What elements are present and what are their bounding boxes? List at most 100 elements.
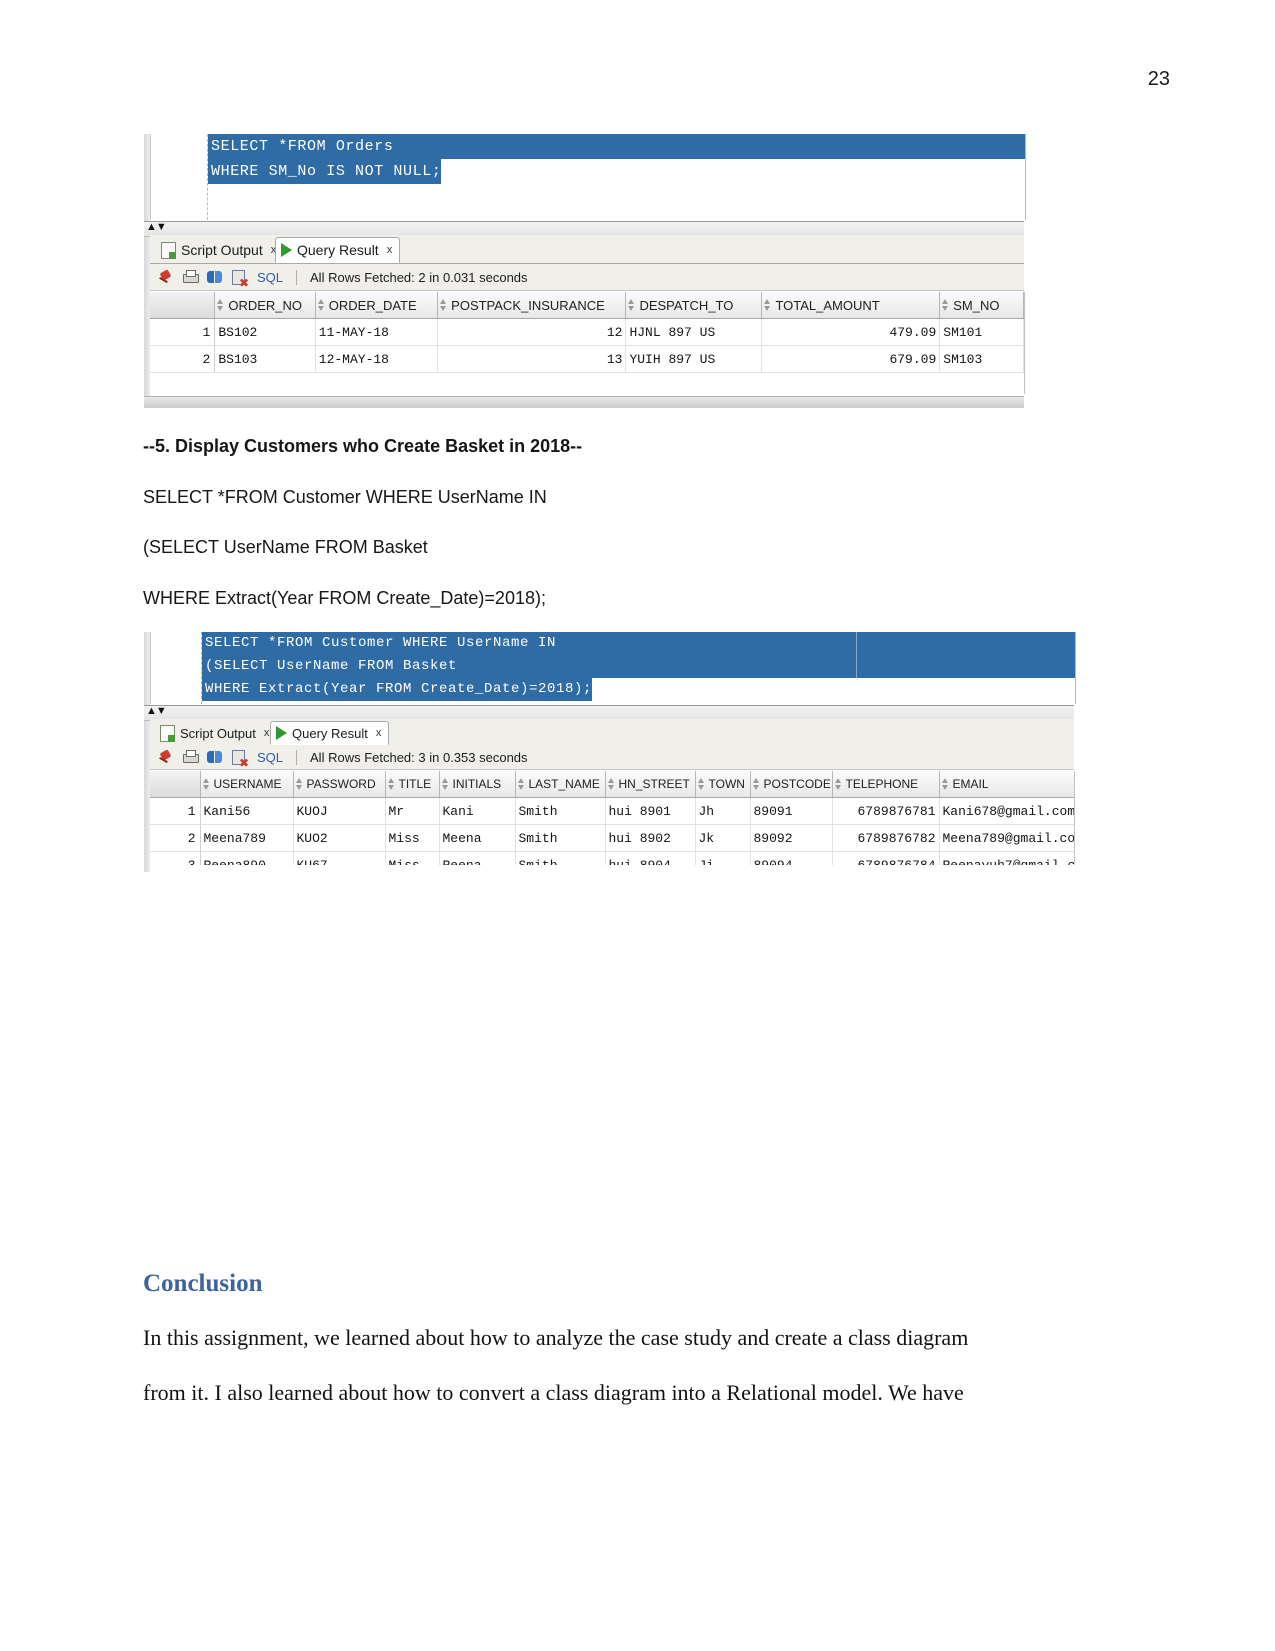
sort-glyph-icon[interactable]: [627, 298, 636, 312]
screenshot1-row-1-sm-no[interactable]: SM101: [939, 318, 1024, 346]
sort-glyph-icon[interactable]: [697, 777, 706, 791]
screenshot2-row-3-telephone[interactable]: 6789876784: [832, 851, 940, 865]
screenshot2-row-2-postcode[interactable]: 89092: [750, 824, 833, 852]
screenshot2-tab-query-result[interactable]: Query Result x: [270, 721, 390, 745]
sort-glyph-icon[interactable]: [317, 298, 326, 312]
screenshot2-col-town[interactable]: TOWN: [695, 771, 751, 798]
sort-glyph-icon[interactable]: [439, 298, 448, 312]
screenshot2-col-hn-street[interactable]: HN_STREET: [605, 771, 696, 798]
screenshot2-row-2-password[interactable]: KUO2: [293, 824, 386, 852]
table-row[interactable]: 3 Reena890 KU67 Miss Reena Smith hui 890…: [150, 851, 1074, 865]
screenshot1-tab-script-output[interactable]: Script Output x: [156, 237, 283, 263]
table-row[interactable]: 1 Kani56 KUOJ Mr Kani Smith hui 8901 Jh …: [150, 797, 1074, 825]
screenshot1-row-1-despatch-to[interactable]: HJNL 897 US: [625, 318, 763, 346]
print-icon[interactable]: [182, 270, 199, 284]
screenshot1-code-row-1[interactable]: SELECT *FROM Orders: [208, 134, 1025, 159]
screenshot2-row-1-town[interactable]: Jh: [695, 797, 751, 825]
sort-glyph-icon[interactable]: [941, 298, 950, 312]
screenshot1-row-2-total-amount[interactable]: 679.09: [761, 345, 941, 373]
screenshot2-row-1-title[interactable]: Mr: [385, 797, 440, 825]
screenshot2-col-initials[interactable]: INITIALS: [439, 771, 516, 798]
screenshot2-row-3-last-name[interactable]: Smith: [515, 851, 606, 865]
screenshot1-row-1-postpack-insurance[interactable]: 12: [437, 318, 627, 346]
screenshot2-row-2-town[interactable]: Jk: [695, 824, 751, 852]
screenshot2-tab-close-query-result[interactable]: x: [376, 727, 382, 739]
screenshot1-col-sm-no[interactable]: SM_NO: [939, 292, 1024, 319]
screenshot1-row-2-postpack-insurance[interactable]: 13: [437, 345, 627, 373]
screenshot2-row-1-initials[interactable]: Kani: [439, 797, 516, 825]
screenshot1-col-postpack-insurance[interactable]: POSTPACK_INSURANCE: [437, 292, 627, 319]
table-row[interactable]: 1 BS102 11-MAY-18 12 HJNL 897 US 479.09 …: [150, 318, 1024, 346]
print-icon[interactable]: [182, 750, 199, 764]
screenshot1-row-2-sm-no[interactable]: SM103: [939, 345, 1024, 373]
clear-grid-icon[interactable]: [232, 749, 249, 769]
table-row[interactable]: 2 BS103 12-MAY-18 13 YUIH 897 US 679.09 …: [150, 345, 1024, 373]
screenshot2-sql-label[interactable]: SQL: [257, 750, 283, 765]
screenshot1-row-1-order-date[interactable]: 11-MAY-18: [315, 318, 439, 346]
screenshot2-row-2-email[interactable]: Meena789@gmail.com: [939, 824, 1074, 852]
screenshot2-col-last-name[interactable]: LAST_NAME: [515, 771, 606, 798]
screenshot2-row-3-title[interactable]: Miss: [385, 851, 440, 865]
screenshot2-row-2-hn-street[interactable]: hui 8902: [605, 824, 696, 852]
splitter-arrows-icon[interactable]: ▲▼: [146, 705, 167, 718]
screenshot1-row-2-despatch-to[interactable]: YUIH 897 US: [625, 345, 763, 373]
pin-icon[interactable]: [158, 750, 173, 765]
sort-glyph-icon[interactable]: [387, 777, 396, 791]
screenshot1-sql-editor[interactable]: SELECT *FROM Orders WHERE SM_No IS NOT N…: [150, 134, 1026, 220]
sort-glyph-icon[interactable]: [607, 777, 616, 791]
screenshot2-sql-editor[interactable]: SELECT *FROM Customer WHERE UserName IN …: [150, 632, 1076, 704]
screenshot2-tab-close-script-output[interactable]: x: [264, 727, 270, 739]
refresh-icon[interactable]: [207, 270, 223, 285]
screenshot2-row-3-password[interactable]: KU67: [293, 851, 386, 865]
sort-glyph-icon[interactable]: [202, 777, 211, 791]
screenshot2-tab-script-output[interactable]: Script Output x: [155, 721, 276, 745]
sort-glyph-icon[interactable]: [216, 298, 225, 312]
screenshot2-row-2-telephone[interactable]: 6789876782: [832, 824, 940, 852]
screenshot1-code-row-2[interactable]: WHERE SM_No IS NOT NULL;: [208, 159, 1025, 184]
screenshot1-code-row-blank[interactable]: [208, 184, 1025, 209]
screenshot2-row-2-username[interactable]: Meena789: [200, 824, 294, 852]
screenshot2-code-row-3[interactable]: WHERE Extract(Year FROM Create_Date)=201…: [202, 678, 1075, 701]
screenshot2-row-3-username[interactable]: Reena890: [200, 851, 294, 865]
screenshot1-row-1-order-no[interactable]: BS102: [214, 318, 316, 346]
screenshot1-tab-query-result[interactable]: Query Result x: [275, 237, 401, 263]
screenshot1-sql-label[interactable]: SQL: [257, 270, 283, 285]
screenshot2-col-telephone[interactable]: TELEPHONE: [832, 771, 940, 798]
screenshot1-col-order-no[interactable]: ORDER_NO: [214, 292, 316, 319]
sort-glyph-icon[interactable]: [941, 777, 950, 791]
clear-grid-icon[interactable]: [232, 269, 249, 289]
screenshot2-result-grid[interactable]: USERNAME PASSWORD TITLE INITIALS LAST_NA…: [150, 771, 1074, 865]
screenshot2-row-3-initials[interactable]: Reena: [439, 851, 516, 865]
sort-glyph-icon[interactable]: [517, 777, 526, 791]
table-row[interactable]: 2 Meena789 KUO2 Miss Meena Smith hui 890…: [150, 824, 1074, 852]
screenshot1-col-total-amount[interactable]: TOTAL_AMOUNT: [761, 292, 941, 319]
sort-glyph-icon[interactable]: [295, 777, 304, 791]
screenshot2-col-password[interactable]: PASSWORD: [293, 771, 386, 798]
screenshot1-col-despatch-to[interactable]: DESPATCH_TO: [625, 292, 763, 319]
screenshot2-row-3-hn-street[interactable]: hui 8904: [605, 851, 696, 865]
screenshot1-code-area[interactable]: SELECT *FROM Orders WHERE SM_No IS NOT N…: [208, 134, 1025, 220]
screenshot1-row-2-order-date[interactable]: 12-MAY-18: [315, 345, 439, 373]
screenshot1-row-2-order-no[interactable]: BS103: [214, 345, 316, 373]
screenshot2-row-1-last-name[interactable]: Smith: [515, 797, 606, 825]
screenshot2-row-1-username[interactable]: Kani56: [200, 797, 294, 825]
screenshot1-result-grid[interactable]: ORDER_NO ORDER_DATE POSTPACK_INSURANCE D…: [150, 292, 1024, 373]
sort-glyph-icon[interactable]: [763, 298, 772, 312]
screenshot1-col-order-date[interactable]: ORDER_DATE: [315, 292, 439, 319]
sort-glyph-icon[interactable]: [834, 777, 843, 791]
screenshot2-row-3-email[interactable]: Reenayuh7@gmail.com: [939, 851, 1074, 865]
screenshot2-row-3-postcode[interactable]: 89094: [750, 851, 833, 865]
screenshot2-col-postcode[interactable]: POSTCODE: [750, 771, 833, 798]
pin-icon[interactable]: [158, 270, 173, 285]
screenshot2-col-username[interactable]: USERNAME: [200, 771, 294, 798]
splitter-arrows-icon[interactable]: ▲▼: [146, 221, 167, 234]
screenshot2-row-2-initials[interactable]: Meena: [439, 824, 516, 852]
screenshot2-col-title[interactable]: TITLE: [385, 771, 440, 798]
sort-glyph-icon[interactable]: [441, 777, 450, 791]
screenshot2-row-1-password[interactable]: KUOJ: [293, 797, 386, 825]
screenshot2-row-1-telephone[interactable]: 6789876781: [832, 797, 940, 825]
screenshot2-row-2-title[interactable]: Miss: [385, 824, 440, 852]
screenshot2-col-email[interactable]: EMAIL: [939, 771, 1074, 798]
screenshot2-row-1-hn-street[interactable]: hui 8901: [605, 797, 696, 825]
screenshot1-tab-close-query-result[interactable]: x: [387, 244, 393, 256]
